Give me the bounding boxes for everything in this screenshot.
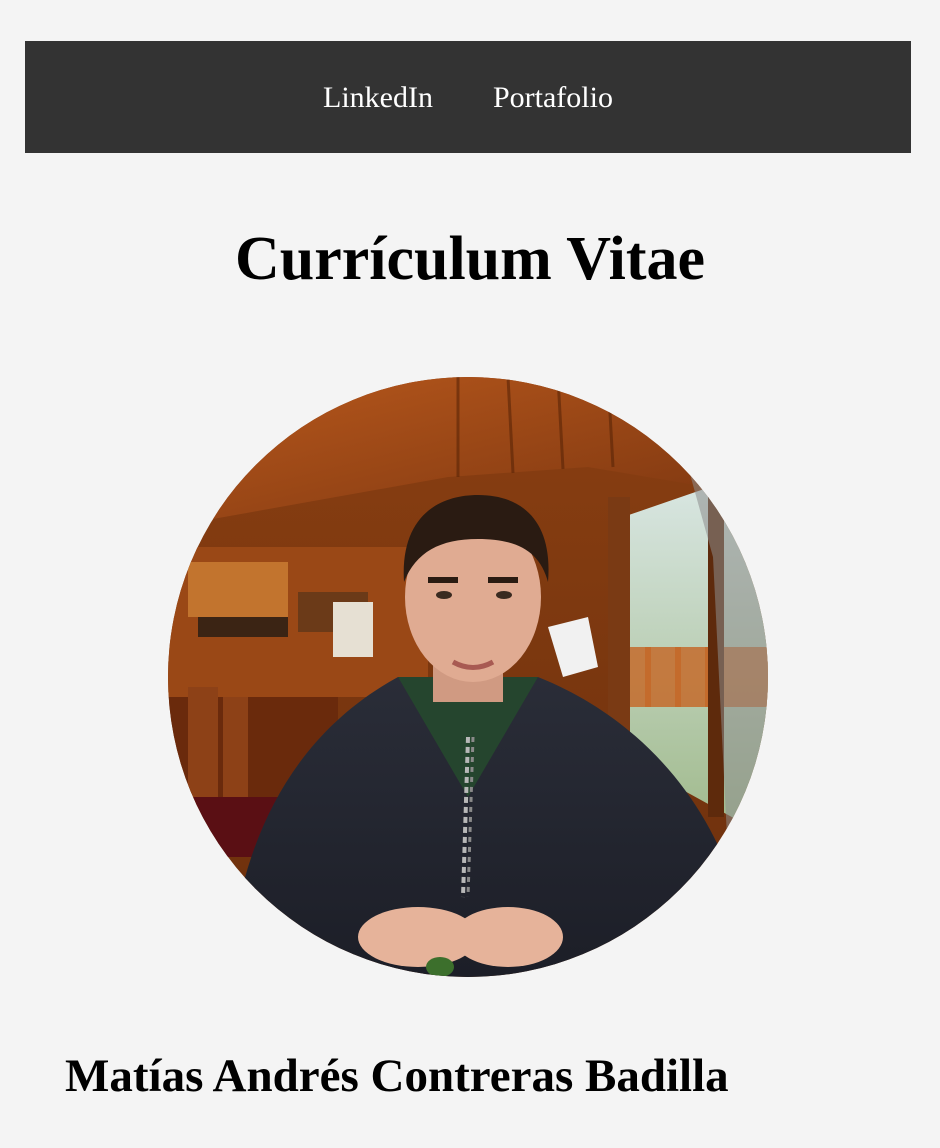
top-nav: LinkedIn Portafolio (25, 41, 911, 153)
profile-name: Matías Andrés Contreras Badilla (65, 1050, 729, 1102)
profile-photo (168, 377, 768, 977)
nav-link-portafolio[interactable]: Portafolio (493, 81, 613, 113)
page-title: Currículum Vitae (234, 225, 706, 293)
nav-link-linkedin[interactable]: LinkedIn (323, 81, 433, 113)
